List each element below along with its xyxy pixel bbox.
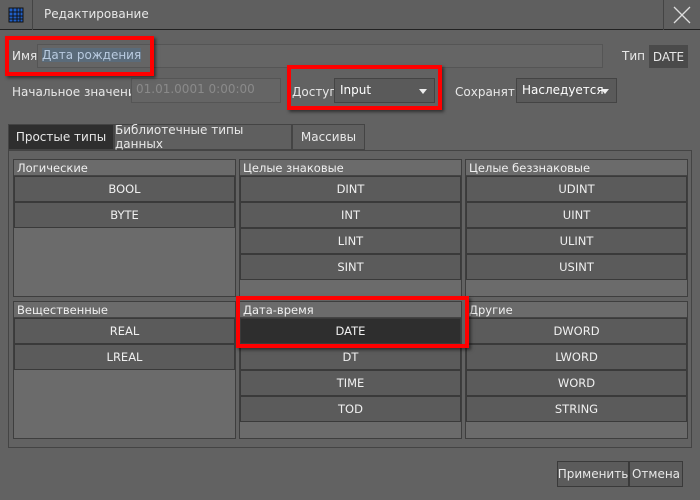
- access-select[interactable]: Input: [334, 78, 435, 103]
- group-title: Целые знаковые: [240, 160, 461, 176]
- name-value: Дата рождения: [42, 48, 142, 62]
- type-button-lreal[interactable]: LREAL: [14, 344, 235, 370]
- type-button-lword[interactable]: LWORD: [466, 344, 687, 370]
- group-title: Целые беззнаковые: [466, 160, 687, 176]
- type-group: Вещественные REAL LREAL: [13, 301, 236, 439]
- type-button-uint[interactable]: UINT: [466, 202, 687, 228]
- type-button-time[interactable]: TIME: [240, 370, 461, 396]
- type-button-real[interactable]: REAL: [14, 318, 235, 344]
- window-title: Редактирование: [44, 7, 149, 21]
- save-select[interactable]: Наследуется: [516, 78, 617, 103]
- chevron-down-icon: [419, 89, 427, 94]
- access-label: Доступ: [292, 85, 338, 99]
- apply-button[interactable]: Применить: [557, 461, 629, 487]
- type-button-tod[interactable]: TOD: [240, 396, 461, 422]
- type-label: Тип: [622, 49, 645, 63]
- group-title: Логические: [14, 160, 235, 176]
- type-group: Целые беззнаковые UDINT UINT ULINT USINT: [465, 159, 688, 297]
- grid-table-icon: [0, 0, 33, 30]
- type-button-int[interactable]: INT: [240, 202, 461, 228]
- type-button-date[interactable]: DATE: [240, 318, 461, 344]
- type-group: Дата-время DATE DT TIME TOD: [239, 301, 462, 439]
- group-title: Другие: [466, 302, 687, 318]
- group-title: Вещественные: [14, 302, 235, 318]
- type-button-udint[interactable]: UDINT: [466, 176, 687, 202]
- cancel-button[interactable]: Отмена: [629, 461, 683, 487]
- save-label: Сохранять: [455, 85, 522, 99]
- tab-simple-types[interactable]: Простые типы: [8, 124, 114, 150]
- type-button-sint[interactable]: SINT: [240, 254, 461, 280]
- title-bar: Редактирование: [0, 0, 700, 30]
- type-group: Целые знаковые DINT INT LINT SINT: [239, 159, 462, 297]
- tab-library-types[interactable]: Библиотечные типы данных: [114, 123, 292, 151]
- type-button-usint[interactable]: USINT: [466, 254, 687, 280]
- type-button-dword[interactable]: DWORD: [466, 318, 687, 344]
- initial-value-input[interactable]: 01.01.0001 0:00:00: [131, 78, 281, 103]
- save-value: Наследуется: [522, 83, 604, 97]
- type-button-ulint[interactable]: ULINT: [466, 228, 687, 254]
- access-value: Input: [340, 83, 372, 97]
- type-value: DATE: [649, 45, 688, 68]
- type-button-dt[interactable]: DT: [240, 344, 461, 370]
- type-group: Логические BOOL BYTE: [13, 159, 236, 297]
- name-input[interactable]: Дата рождения: [37, 44, 603, 68]
- type-button-bool[interactable]: BOOL: [14, 176, 235, 202]
- initial-value-label: Начальное значение: [12, 85, 144, 99]
- type-button-word[interactable]: WORD: [466, 370, 687, 396]
- close-icon[interactable]: [663, 0, 700, 30]
- tab-arrays[interactable]: Массивы: [292, 124, 365, 150]
- type-button-lint[interactable]: LINT: [240, 228, 461, 254]
- type-group: Другие DWORD LWORD WORD STRING: [465, 301, 688, 439]
- types-panel: Логические BOOL BYTE Целые знаковые DINT INT L…: [8, 150, 692, 448]
- group-title: Дата-время: [240, 302, 461, 318]
- type-button-dint[interactable]: DINT: [240, 176, 461, 202]
- type-button-string[interactable]: STRING: [466, 396, 687, 422]
- chevron-down-icon: [601, 89, 609, 94]
- name-label: Имя: [12, 49, 38, 63]
- type-button-byte[interactable]: BYTE: [14, 202, 235, 228]
